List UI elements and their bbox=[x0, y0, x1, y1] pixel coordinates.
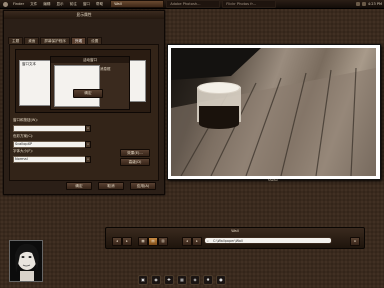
window-style-select[interactable] bbox=[13, 125, 86, 132]
apple-icon[interactable] bbox=[3, 1, 8, 7]
photo-image bbox=[171, 48, 376, 176]
dock-browser-icon[interactable]: ◉ bbox=[151, 275, 161, 285]
preview-active-window: 活动窗口 消息框 确定 bbox=[50, 56, 130, 110]
search-icon: ⌕ bbox=[207, 239, 209, 243]
photo-caption: Shelter bbox=[267, 178, 278, 182]
window-style-label: 窗口和按钮(W): bbox=[13, 118, 38, 122]
task-wall[interactable]: Wall bbox=[110, 0, 165, 8]
ok-button[interactable]: 确定 bbox=[66, 182, 92, 190]
dock-settings-icon[interactable]: ◈ bbox=[190, 275, 200, 285]
preview-message-box: 消息框 bbox=[100, 67, 111, 71]
dock: ▣ ◉ ✚ ▦ ◈ ✸ ● bbox=[138, 272, 256, 285]
color-scheme-label: 色彩方案(C): bbox=[13, 134, 34, 138]
grid-view-button[interactable]: ▦ bbox=[138, 237, 148, 246]
task-label: Wall bbox=[114, 2, 122, 6]
apply-button[interactable]: 应用(A) bbox=[130, 182, 156, 190]
effects-button[interactable]: 效果(E)... bbox=[120, 149, 150, 157]
task-label: Flickr Photos fr... bbox=[226, 2, 257, 6]
dialog-title[interactable]: 显示属性 bbox=[4, 11, 164, 19]
network-icon[interactable] bbox=[361, 2, 366, 6]
preview-window-title: 活动窗口 bbox=[51, 57, 129, 63]
color-scheme-select[interactable]: ScallopXP bbox=[13, 141, 86, 148]
advanced-button[interactable]: 高级(D) bbox=[120, 158, 150, 166]
menu-finder[interactable]: Finder bbox=[10, 2, 27, 6]
tab-desktop[interactable]: 桌面 bbox=[24, 37, 40, 44]
list-view-button[interactable]: ▤ bbox=[148, 237, 158, 246]
back-button[interactable]: ◂ bbox=[112, 237, 122, 246]
cancel-button[interactable]: 取消 bbox=[98, 182, 124, 190]
menubar: Finder 文件 编辑 显示 前往 窗口 帮助 Wall Adobe Phot… bbox=[0, 0, 384, 9]
dock-trash-icon[interactable]: ● bbox=[216, 275, 226, 285]
avatar-portrait bbox=[10, 241, 42, 281]
tab-appearance[interactable]: 外观 bbox=[70, 37, 87, 44]
photo-viewer bbox=[167, 44, 381, 180]
task-label: Adobe Photosh... bbox=[170, 2, 201, 6]
dock-finder-icon[interactable]: ▣ bbox=[138, 275, 148, 285]
appearance-panel: 窗口文本 活动窗口 消息框 确定 窗口和按钮(W): ▾ 色彩方案(C): Sc… bbox=[9, 44, 159, 181]
clock[interactable]: 4:23 PM bbox=[368, 2, 382, 6]
prev-button[interactable]: ◂ bbox=[182, 237, 192, 246]
tab-themes[interactable]: 主题 bbox=[8, 37, 24, 44]
menu-view[interactable]: 显示 bbox=[53, 2, 66, 7]
task-photoshop[interactable]: Adobe Photosh... bbox=[166, 0, 221, 8]
dock-photos-icon[interactable]: ▦ bbox=[177, 275, 187, 285]
menu-file[interactable]: 文件 bbox=[27, 2, 40, 7]
display-properties-dialog: 显示属性 主题 桌面 屏幕保护程序 外观 设置 窗口文本 活动窗口 消息框 确定… bbox=[3, 10, 165, 195]
font-size-select[interactable]: Normal bbox=[13, 156, 86, 163]
column-view-button[interactable]: ▥ bbox=[158, 237, 168, 246]
preview-ok-button: 确定 bbox=[73, 89, 103, 98]
font-size-label: 字体大小(F): bbox=[13, 149, 33, 153]
dock-media-icon[interactable]: ✸ bbox=[203, 275, 213, 285]
preview-window-text: 窗口文本 bbox=[22, 62, 36, 66]
volume-icon[interactable] bbox=[355, 2, 360, 6]
user-avatar[interactable] bbox=[9, 240, 43, 282]
preview-frame: 窗口文本 活动窗口 消息框 确定 bbox=[15, 49, 151, 113]
menu-edit[interactable]: 编辑 bbox=[40, 2, 53, 7]
preview-window-body bbox=[54, 65, 100, 107]
font-size-dropdown-icon[interactable]: ▾ bbox=[85, 156, 91, 163]
tab-screensaver[interactable]: 屏幕保护程序 bbox=[40, 37, 70, 44]
wall-toolbar: Wall ◂ ▸ ▦ ▤ ▥ ◂ ▸ C:\Wallpaper\Wall ⌕ ⌂ bbox=[105, 227, 365, 249]
dock-app-icon[interactable]: ✚ bbox=[164, 275, 174, 285]
window-style-dropdown-icon[interactable]: ▾ bbox=[85, 125, 91, 132]
wall-title[interactable]: Wall bbox=[106, 228, 364, 234]
forward-button[interactable]: ▸ bbox=[122, 237, 132, 246]
menu-help[interactable]: 帮助 bbox=[93, 2, 106, 7]
tab-settings[interactable]: 设置 bbox=[87, 37, 103, 44]
home-button[interactable]: ⌂ bbox=[350, 237, 360, 246]
task-flickr[interactable]: Flickr Photos fr... bbox=[222, 0, 277, 8]
preview-window-left: 窗口文本 bbox=[19, 60, 51, 106]
next-button[interactable]: ▸ bbox=[192, 237, 202, 246]
path-input[interactable]: C:\Wallpaper\Wall bbox=[204, 237, 332, 244]
system-tray: 4:23 PM bbox=[355, 1, 382, 7]
menu-window[interactable]: 窗口 bbox=[80, 2, 93, 7]
photo-cafe-glass[interactable] bbox=[171, 48, 376, 176]
color-scheme-dropdown-icon[interactable]: ▾ bbox=[85, 141, 91, 148]
menu-go[interactable]: 前往 bbox=[67, 2, 80, 7]
